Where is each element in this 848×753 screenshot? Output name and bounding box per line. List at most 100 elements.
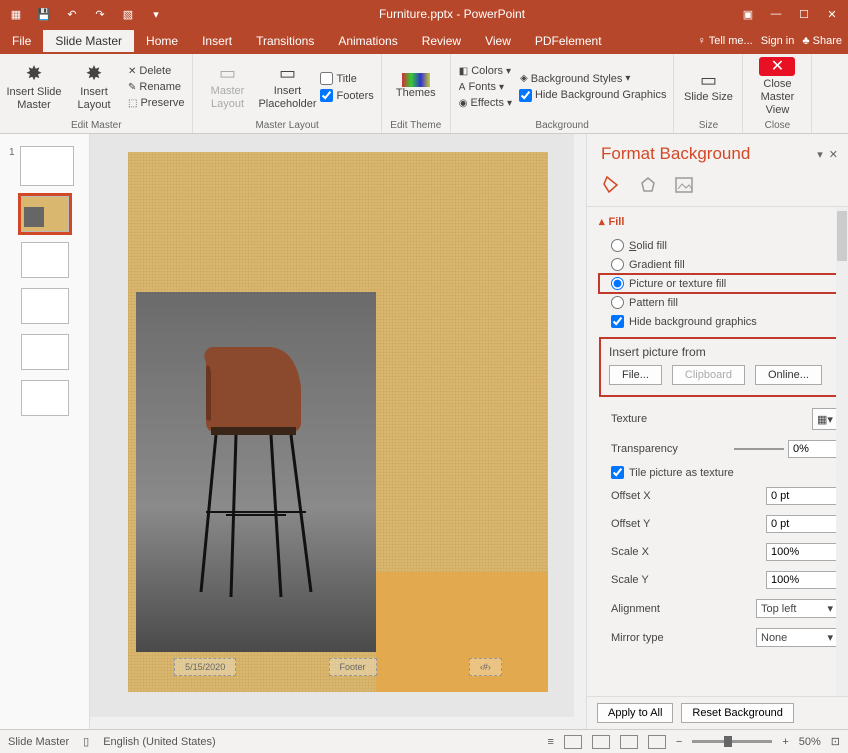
pane-close-icon[interactable]: ✕ xyxy=(829,148,838,161)
layout-thumbnail[interactable] xyxy=(21,196,69,232)
redo-icon[interactable]: ↷ xyxy=(88,2,112,26)
undo-icon[interactable]: ↶ xyxy=(60,2,84,26)
sorter-view-icon[interactable] xyxy=(592,735,610,749)
colors-button[interactable]: ◧ Colors ▾ xyxy=(457,64,514,78)
tell-me[interactable]: ♀ Tell me... xyxy=(698,35,753,47)
scale-y-label: Scale Y xyxy=(611,574,649,586)
slide-size-button[interactable]: ▭Slide Size xyxy=(680,57,736,117)
slideshow-view-icon[interactable] xyxy=(648,735,666,749)
effects-tab-icon[interactable] xyxy=(637,174,659,196)
date-placeholder[interactable]: 5/15/2020 xyxy=(174,658,236,676)
chair-illustration xyxy=(176,332,346,612)
zoom-slider[interactable] xyxy=(692,740,772,743)
start-slideshow-icon[interactable]: ▧ xyxy=(116,2,140,26)
slide-number-placeholder[interactable]: ‹#› xyxy=(469,658,502,676)
gradient-fill-radio[interactable]: Gradient fill xyxy=(599,255,842,274)
texture-picker[interactable]: ▦▾ xyxy=(812,408,838,430)
group-background: Background xyxy=(457,118,668,131)
insert-picture-section: Insert picture from File... Clipboard On… xyxy=(601,339,840,395)
picture-tab-icon[interactable] xyxy=(673,174,695,196)
tab-file[interactable]: File xyxy=(0,30,43,52)
layout-thumbnail[interactable] xyxy=(21,380,69,416)
vertical-scrollbar[interactable] xyxy=(574,134,586,729)
close-master-view-button[interactable]: ✕Close Master View xyxy=(749,57,805,117)
themes-button[interactable]: Themes xyxy=(388,57,444,117)
reading-view-icon[interactable] xyxy=(620,735,638,749)
pane-title: Format Background xyxy=(601,144,750,164)
footers-checkbox[interactable]: Footers xyxy=(319,88,374,103)
slide-editor[interactable]: 5/15/2020 Footer ‹#› xyxy=(90,134,586,729)
tab-transitions[interactable]: Transitions xyxy=(244,30,326,52)
layout-thumbnail[interactable] xyxy=(21,334,69,370)
insert-placeholder-button[interactable]: ▭Insert Placeholder xyxy=(259,57,315,117)
scale-x-input[interactable] xyxy=(766,543,838,561)
layout-thumbnail[interactable] xyxy=(21,242,69,278)
thumbnail-panel[interactable]: 1 xyxy=(0,134,90,729)
master-thumbnail[interactable]: 1 xyxy=(20,146,74,186)
mirror-label: Mirror type xyxy=(611,632,664,644)
statusbar: Slide Master ▯ English (United States) ≡… xyxy=(0,729,848,753)
picture-fill-radio[interactable]: Picture or texture fill xyxy=(599,274,842,293)
fill-tab-icon[interactable] xyxy=(601,174,623,196)
tab-pdfelement[interactable]: PDFelement xyxy=(523,30,614,52)
tab-home[interactable]: Home xyxy=(134,30,190,52)
normal-view-icon[interactable] xyxy=(564,735,582,749)
minimize-icon[interactable]: — xyxy=(764,2,788,26)
offset-y-input[interactable] xyxy=(766,515,838,533)
tab-view[interactable]: View xyxy=(473,30,523,52)
pane-scrollbar[interactable] xyxy=(836,207,848,696)
slide-canvas[interactable]: 5/15/2020 Footer ‹#› xyxy=(128,152,548,692)
rename-button[interactable]: ✎ Rename xyxy=(126,80,186,94)
insert-file-button[interactable]: File... xyxy=(609,365,662,385)
zoom-in-button[interactable]: + xyxy=(782,736,788,748)
insert-clipboard-button: Clipboard xyxy=(672,365,745,385)
share-button[interactable]: ♣ Share xyxy=(802,35,842,47)
tab-slide-master[interactable]: Slide Master xyxy=(43,30,134,52)
fit-to-window-icon[interactable]: ⊡ xyxy=(831,735,840,748)
spell-check-icon[interactable]: ▯ xyxy=(83,735,89,748)
hide-bg-graphics-checkbox[interactable]: Hide background graphics xyxy=(599,312,842,331)
zoom-level[interactable]: 50% xyxy=(799,736,821,748)
close-window-icon[interactable]: ✕ xyxy=(820,2,844,26)
tab-insert[interactable]: Insert xyxy=(190,30,244,52)
tab-animations[interactable]: Animations xyxy=(326,30,409,52)
zoom-out-button[interactable]: − xyxy=(676,736,682,748)
slide-image[interactable] xyxy=(136,292,376,652)
insert-layout-button[interactable]: ✸Insert Layout xyxy=(66,57,122,117)
apply-to-all-button[interactable]: Apply to All xyxy=(597,703,673,723)
ribbon-display-icon[interactable]: ▣ xyxy=(736,2,760,26)
qat-more-icon[interactable]: ▾ xyxy=(144,2,168,26)
fill-section-header[interactable]: ▴ Fill xyxy=(599,215,842,228)
background-styles-button[interactable]: ◈ Background Styles ▾ xyxy=(518,72,667,86)
insert-online-button[interactable]: Online... xyxy=(755,365,822,385)
transparency-input[interactable] xyxy=(788,440,838,458)
fonts-button[interactable]: A Fonts ▾ xyxy=(457,80,514,94)
sign-in[interactable]: Sign in xyxy=(761,35,795,47)
alignment-dropdown[interactable]: Top left▾ xyxy=(756,599,838,618)
hide-bg-checkbox[interactable]: Hide Background Graphics xyxy=(518,88,667,103)
tile-checkbox[interactable]: Tile picture as texture xyxy=(599,463,842,482)
group-size: Size xyxy=(680,118,736,131)
status-language[interactable]: English (United States) xyxy=(103,736,216,748)
reset-background-button[interactable]: Reset Background xyxy=(681,703,794,723)
tab-review[interactable]: Review xyxy=(410,30,473,52)
layout-thumbnail[interactable] xyxy=(21,288,69,324)
offset-x-input[interactable] xyxy=(766,487,838,505)
scale-y-input[interactable] xyxy=(766,571,838,589)
notes-button[interactable]: ≡ xyxy=(547,736,553,748)
mirror-dropdown[interactable]: None▾ xyxy=(756,628,838,647)
master-layout-button: ▭Master Layout xyxy=(199,57,255,117)
effects-button[interactable]: ◉ Effects ▾ xyxy=(457,96,514,110)
pattern-fill-radio[interactable]: Pattern fill xyxy=(599,293,842,312)
title-checkbox[interactable]: Title xyxy=(319,71,374,86)
pane-options-icon[interactable]: ▾ xyxy=(817,148,823,161)
delete-button[interactable]: ✕ Delete xyxy=(126,64,186,78)
solid-fill-radio[interactable]: Solid fill xyxy=(599,236,842,255)
maximize-icon[interactable]: ☐ xyxy=(792,2,816,26)
save-icon[interactable]: 💾 xyxy=(32,2,56,26)
insert-slide-master-button[interactable]: ✸Insert Slide Master xyxy=(6,57,62,117)
footer-placeholder[interactable]: Footer xyxy=(329,658,377,676)
horizontal-scrollbar[interactable] xyxy=(90,717,586,729)
preserve-button[interactable]: ⬚ Preserve xyxy=(126,96,186,110)
transparency-slider[interactable] xyxy=(734,448,784,450)
